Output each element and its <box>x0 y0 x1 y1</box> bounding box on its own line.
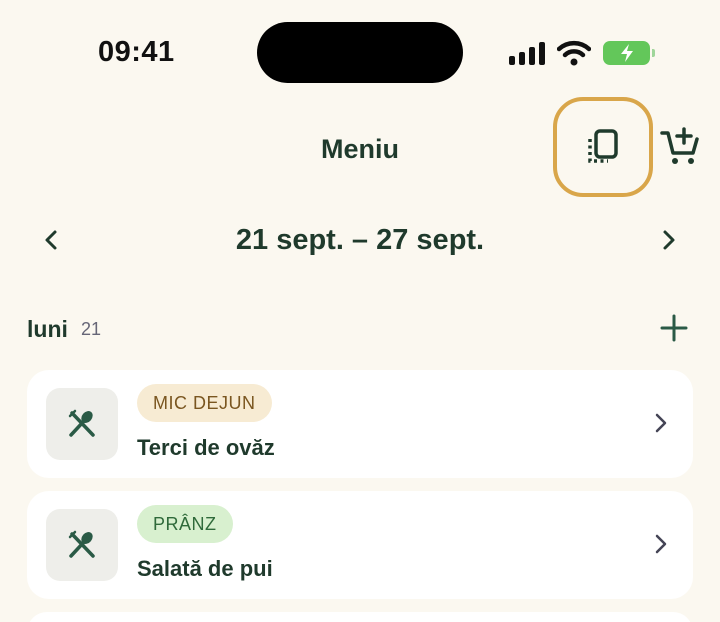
status-time: 09:41 <box>98 36 175 68</box>
utensils-icon <box>68 409 95 437</box>
utensils-icon <box>68 530 95 558</box>
meal-type-badge: MIC DEJUN <box>137 384 272 422</box>
chevron-right-icon <box>655 534 667 554</box>
add-to-cart-icon[interactable] <box>660 127 700 167</box>
meal-type-badge: PRÂNZ <box>137 505 233 543</box>
cellular-signal-icon <box>509 41 545 65</box>
add-meal-plus-icon[interactable] <box>660 314 688 342</box>
copy-icon <box>588 129 618 163</box>
meal-thumbnail <box>46 388 118 460</box>
meal-thumbnail <box>46 509 118 581</box>
battery-charging-icon <box>603 41 655 65</box>
meal-name: Terci de ovăz <box>137 435 275 460</box>
day-number: 21 <box>81 319 102 339</box>
wifi-icon <box>557 40 591 66</box>
day-name: luni <box>27 316 68 342</box>
week-range: 21 sept. – 27 sept. <box>235 224 485 256</box>
status-icons <box>509 38 655 68</box>
copy-week-button[interactable] <box>553 97 653 197</box>
meal-card-partial[interactable] <box>27 612 693 622</box>
next-week-chevron-right-icon[interactable] <box>656 228 680 252</box>
meal-card-lunch[interactable]: PRÂNZ Salată de pui <box>27 491 693 599</box>
chevron-right-icon <box>655 413 667 433</box>
dynamic-island <box>257 22 463 83</box>
meal-card-breakfast[interactable]: MIC DEJUN Terci de ovăz <box>27 370 693 478</box>
meal-name: Salată de pui <box>137 556 273 581</box>
